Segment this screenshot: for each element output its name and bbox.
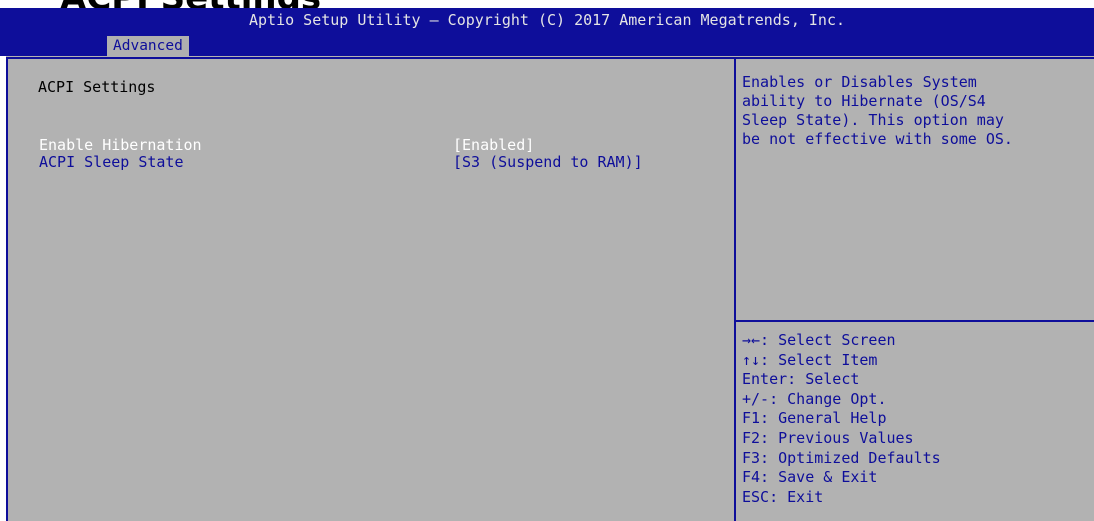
help-line: Sleep State). This option may [742, 111, 1004, 129]
key-change-opt: +/-: Change Opt. [742, 389, 887, 408]
setting-value[interactable]: [S3 (Suspend to RAM)] [453, 153, 643, 171]
frame-left-line [6, 57, 8, 521]
key-general-help: F1: General Help [742, 409, 887, 428]
key-select-screen: →←: Select Screen [742, 331, 896, 349]
cropped-page-heading: ACPI Settings [0, 0, 1094, 8]
key-enter-select: Enter: Select [742, 370, 860, 389]
help-line: ability to Hibernate (OS/S4 [742, 92, 986, 110]
header-title: Aptio Setup Utility – Copyright (C) 2017… [248, 11, 846, 29]
bios-header: Aptio Setup Utility – Copyright (C) 2017… [0, 8, 1094, 56]
frame-divider-line [734, 57, 736, 521]
key-legend: →←: Select Screen ↑↓: Select Item Enter:… [742, 331, 941, 507]
key-esc-exit: ESC: Exit [742, 487, 824, 506]
frame-top-line [6, 57, 1094, 59]
key-previous-values: F2: Previous Values [742, 428, 914, 447]
setting-value[interactable]: [Enabled] [453, 136, 534, 154]
help-line: be not effective with some OS. [742, 130, 1013, 148]
help-separator-line [736, 320, 1094, 322]
key-select-item: ↑↓: Select Item [742, 350, 878, 369]
key-save-exit: F4: Save & Exit [742, 468, 878, 487]
cropped-heading-text: ACPI Settings [60, 0, 321, 8]
setting-label: Enable Hibernation [39, 136, 202, 154]
setting-label: ACPI Sleep State [39, 153, 184, 171]
help-line: Enables or Disables System [742, 73, 977, 91]
tab-advanced[interactable]: Advanced [107, 36, 189, 56]
key-optimized-defaults: F3: Optimized Defaults [742, 448, 941, 467]
section-title: ACPI Settings [38, 78, 156, 96]
